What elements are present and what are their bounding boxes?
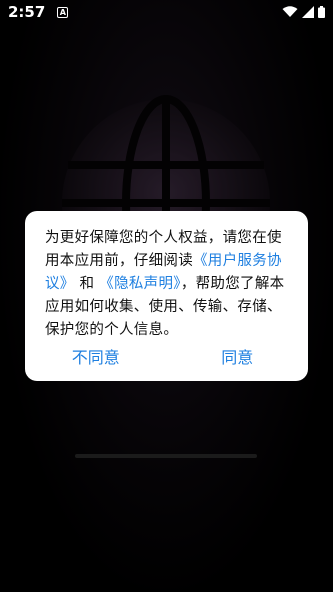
privacy-consent-dialog: 为更好保障您的个人权益，请您在使用本应用前，仔细阅读《用户服务协议》 和 《隐私… [25, 211, 308, 381]
privacy-statement-link[interactable]: 《隐私声明》 [99, 276, 181, 292]
status-bar: 2:57 A [0, 0, 333, 24]
notification-icon: A [57, 6, 69, 18]
message-text-and: 和 [79, 276, 95, 292]
disagree-button[interactable]: 不同意 [36, 343, 156, 369]
status-time: 2:57 [8, 3, 46, 21]
app-screen: 2:57 A 为更好保障您的个人权益，请您在使用本应用前，仔细阅读《用户服务协议… [0, 0, 333, 592]
dialog-message: 为更好保障您的个人权益，请您在使用本应用前，仔细阅读《用户服务协议》 和 《隐私… [45, 227, 288, 342]
wifi-icon [282, 6, 298, 18]
status-icons [282, 6, 325, 18]
agree-button[interactable]: 同意 [177, 343, 297, 369]
signal-icon [302, 6, 314, 18]
battery-icon [318, 6, 325, 18]
dialog-actions: 不同意 同意 [25, 343, 308, 369]
